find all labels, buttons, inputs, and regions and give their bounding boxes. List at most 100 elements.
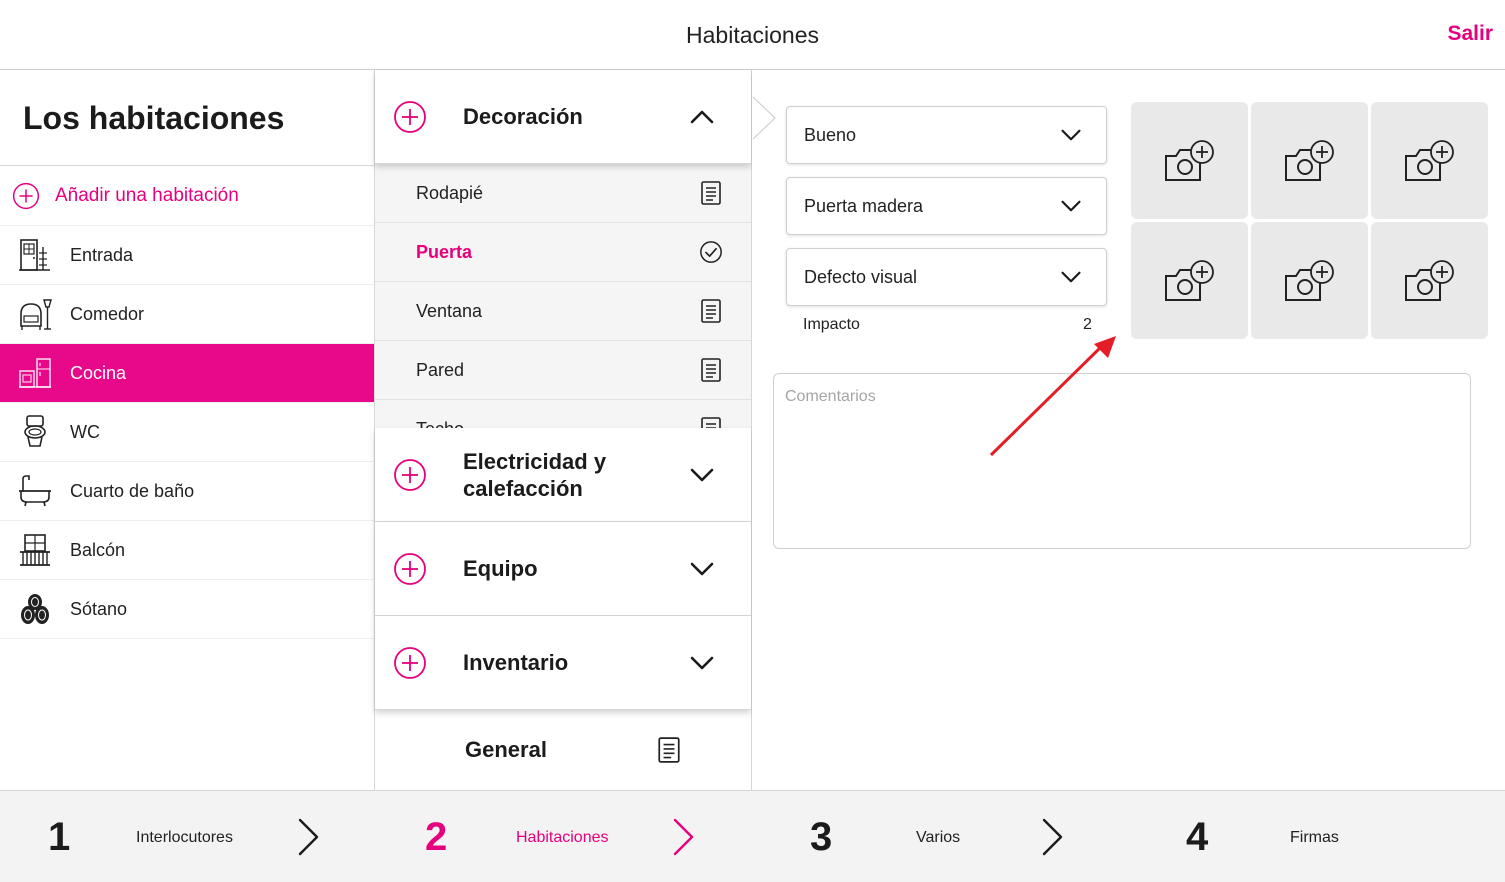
general-label: General [465, 737, 547, 762]
camera-plus-icon [1280, 256, 1340, 306]
plus-circle-icon [12, 182, 40, 210]
chevron-down-icon [1058, 195, 1084, 217]
category-label: Equipo [463, 556, 538, 581]
room-label: Cuarto de baño [70, 480, 195, 501]
camera-plus-icon [1400, 256, 1460, 306]
step-navigator: 1 Interlocutores 2 Habitaciones 3 Varios… [0, 790, 1505, 882]
category-label: Inventario [463, 650, 569, 675]
bathtub-icon [16, 472, 54, 510]
add-photo-button[interactable] [1251, 102, 1368, 219]
note-icon [699, 298, 723, 324]
category-label: Decoración [463, 104, 583, 129]
chevron-down-icon [1058, 124, 1084, 146]
annotation-arrow [989, 336, 1116, 457]
chevron-down-icon[interactable] [689, 650, 715, 676]
add-photo-button[interactable] [1251, 222, 1368, 339]
barrels-icon [16, 590, 54, 628]
step-number[interactable]: 4 [1186, 815, 1208, 860]
room-item-cocina[interactable]: Cocina [0, 344, 374, 403]
note-icon [699, 416, 723, 428]
room-item-balcon[interactable]: Balcón [0, 521, 374, 580]
page-title: Habitaciones [686, 22, 819, 48]
category-label: Electricidad y calefacción [463, 448, 606, 502]
door-icon [16, 236, 54, 274]
room-label: Balcón [70, 539, 126, 560]
category-decoracion-header[interactable]: Decoración [375, 70, 751, 164]
camera-plus-icon [1280, 136, 1340, 186]
condition-value: Bueno [804, 124, 857, 145]
rooms-panel: Los habitaciones Añadir una habitación E… [0, 70, 375, 790]
chevron-up-icon[interactable] [689, 104, 715, 130]
camera-plus-icon [1400, 136, 1460, 186]
balcony-icon [16, 531, 54, 569]
plus-circle-icon[interactable] [393, 100, 427, 134]
element-item-rodapie[interactable]: Rodapié [375, 164, 751, 223]
condition-dropdown[interactable]: Bueno [786, 106, 1107, 164]
chevron-right-icon [1041, 817, 1065, 857]
step-number[interactable]: 2 [425, 815, 447, 860]
element-label: Puerta [416, 241, 473, 262]
room-label: Cocina [70, 362, 127, 383]
element-item-ventana[interactable]: Ventana [375, 282, 751, 341]
add-photo-button[interactable] [1131, 102, 1248, 219]
step-number[interactable]: 3 [810, 815, 832, 860]
note-icon [699, 357, 723, 383]
plus-circle-icon[interactable] [393, 646, 427, 680]
room-label: Comedor [70, 303, 145, 324]
chevron-down-icon[interactable] [689, 556, 715, 582]
room-item-comedor[interactable]: Comedor [0, 285, 374, 344]
room-item-cuarto-de-bano[interactable]: Cuarto de baño [0, 462, 374, 521]
element-label: Ventana [416, 300, 483, 321]
logout-button[interactable]: Salir [1447, 22, 1493, 46]
note-icon [656, 735, 682, 765]
step-label[interactable]: Habitaciones [516, 829, 609, 847]
add-room-label: Añadir una habitación [55, 184, 239, 206]
element-item-pared[interactable]: Pared [375, 341, 751, 400]
comments-field[interactable] [773, 373, 1471, 549]
toilet-icon [16, 413, 54, 451]
step-number[interactable]: 1 [48, 815, 70, 860]
room-item-wc[interactable]: WC [0, 403, 374, 462]
element-label: Pared [416, 359, 465, 380]
add-photo-button[interactable] [1371, 222, 1488, 339]
room-item-sotano[interactable]: Sótano [0, 580, 374, 639]
room-label: Entrada [70, 244, 134, 265]
category-decoracion-items: Rodapié Puerta Ventana Pared Techo [375, 164, 751, 428]
step-label[interactable]: Varios [916, 829, 960, 847]
impact-label: Impacto [803, 316, 860, 333]
categories-panel: Decoración Rodapié Puerta Ventana Pared … [375, 70, 752, 790]
kitchen-icon [16, 354, 54, 392]
step-label[interactable]: Firmas [1290, 829, 1339, 847]
top-bar: Habitaciones Salir [0, 0, 1505, 70]
room-label: WC [70, 421, 100, 442]
element-item-techo[interactable]: Techo [375, 400, 751, 428]
selection-pointer [752, 96, 776, 140]
category-electricidad-header[interactable]: Electricidad y calefacción [375, 428, 751, 522]
type-dropdown[interactable]: Puerta madera [786, 177, 1107, 235]
defect-value: Defecto visual [804, 266, 918, 287]
camera-plus-icon [1160, 256, 1220, 306]
chevron-right-icon [672, 817, 696, 857]
plus-circle-icon[interactable] [393, 552, 427, 586]
step-label[interactable]: Interlocutores [136, 829, 233, 847]
general-row[interactable]: General [375, 710, 752, 790]
add-photo-button[interactable] [1131, 222, 1248, 339]
category-inventario-header[interactable]: Inventario [375, 616, 751, 710]
add-photo-button[interactable] [1371, 102, 1488, 219]
plus-circle-icon[interactable] [393, 458, 427, 492]
check-circle-icon [699, 239, 723, 265]
add-room-button[interactable]: Añadir una habitación [0, 166, 374, 226]
element-label: Rodapié [416, 182, 484, 203]
category-equipo-header[interactable]: Equipo [375, 522, 751, 616]
chevron-down-icon[interactable] [689, 462, 715, 488]
category-label-line1: Electricidad y [463, 448, 607, 474]
note-icon [699, 180, 723, 206]
defect-dropdown[interactable]: Defecto visual [786, 248, 1107, 306]
room-item-entrada[interactable]: Entrada [0, 226, 374, 285]
category-label-line2: calefacción [463, 475, 583, 501]
element-item-puerta[interactable]: Puerta [375, 223, 751, 282]
camera-plus-icon [1160, 136, 1220, 186]
chevron-down-icon [1058, 266, 1084, 288]
chevron-right-icon [297, 817, 321, 857]
room-label: Sótano [70, 598, 128, 619]
